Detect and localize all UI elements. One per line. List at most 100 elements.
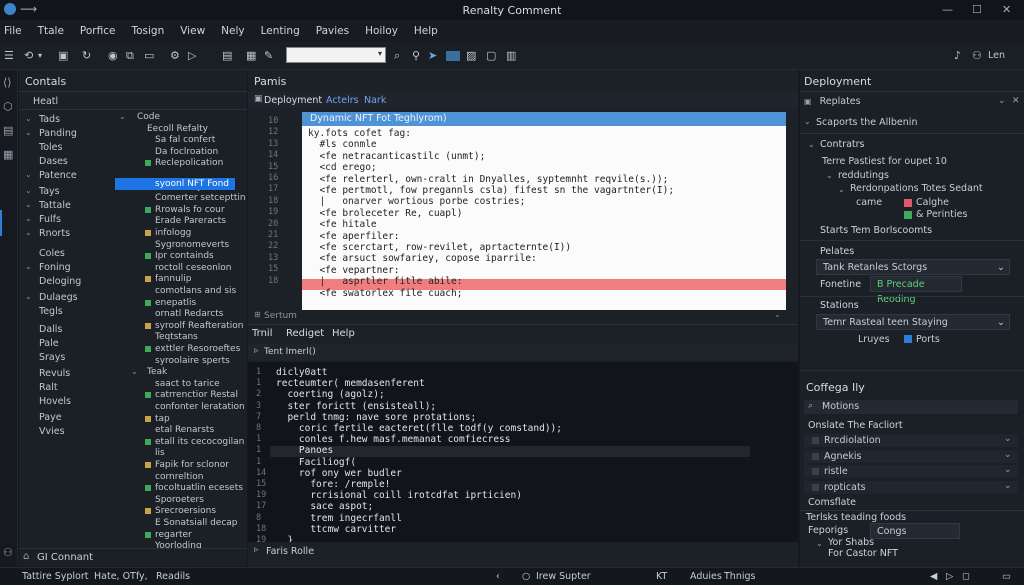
status-left3[interactable]: Readils: [156, 571, 190, 582]
user-icon[interactable]: ⚇: [972, 49, 982, 62]
code-editor[interactable]: Dynamic NFT Fot Teghlyrom) ky.fots cofet…: [302, 112, 786, 310]
tab-deployment[interactable]: Deployment: [264, 95, 322, 106]
status-mid[interactable]: Irew Supter: [536, 571, 591, 582]
tree-item[interactable]: focoltuatlin ecesets: [155, 483, 243, 493]
tree-item[interactable]: Ipr containds: [155, 251, 214, 261]
tree-item[interactable]: Hovels: [39, 396, 71, 407]
menu-nely[interactable]: Nely: [221, 20, 244, 42]
next-icon[interactable]: ▷: [946, 571, 953, 582]
menu-view[interactable]: View: [180, 20, 205, 42]
close-button[interactable]: ✕: [1002, 3, 1011, 16]
tree-item[interactable]: tap: [155, 414, 170, 424]
explorer-icon[interactable]: ⟨⟩: [3, 76, 12, 89]
tree-item[interactable]: saact to tarice: [155, 379, 220, 389]
link-icon[interactable]: ⚲: [412, 49, 420, 62]
tree-item[interactable]: Terre Pastiest for oupet 10: [822, 156, 947, 167]
tree-item[interactable]: Ralt: [39, 382, 58, 393]
congs-dropdown[interactable]: Congs: [870, 523, 960, 539]
notification-icon[interactable]: ◻: [962, 571, 970, 582]
tree-item[interactable]: Vvies: [39, 426, 65, 437]
close-icon[interactable]: ✕: [1012, 96, 1020, 106]
menu-file[interactable]: File: [4, 20, 22, 42]
checkbox-icon[interactable]: [812, 437, 819, 444]
stations-dropdown[interactable]: Temr Rasteal teen Staying ⌄: [816, 314, 1010, 330]
menu-icon[interactable]: ☰: [4, 49, 14, 62]
tree-item[interactable]: infologg: [155, 228, 191, 238]
tree-item[interactable]: & Perinties: [916, 209, 967, 220]
tree-item[interactable]: fannulip: [155, 274, 192, 284]
tab-terminal[interactable]: Trnil: [252, 328, 272, 339]
debug-icon[interactable]: ⬡: [3, 100, 13, 113]
chevron-down-icon[interactable]: ⌄: [25, 228, 32, 237]
status-kt[interactable]: KT: [656, 571, 667, 582]
menu-porfice[interactable]: Porfice: [80, 20, 116, 42]
tree-item[interactable]: Sporoeters: [155, 495, 204, 505]
section-header[interactable]: Heatl: [33, 96, 58, 107]
tree-item[interactable]: Fulfs: [39, 214, 61, 225]
tree-item[interactable]: Teqtstans: [155, 332, 198, 342]
chevron-down-icon[interactable]: ⌄: [25, 292, 32, 301]
git-connect-label[interactable]: GI Connant: [37, 552, 93, 563]
chevron-down-icon[interactable]: ⌄: [25, 214, 32, 223]
menu-help[interactable]: Help: [414, 20, 438, 42]
search-field[interactable]: ⌄ Scaports the Allbenin: [800, 116, 1024, 130]
tree-item[interactable]: Sa fal confert: [155, 135, 215, 145]
tree-item[interactable]: etall its cecocogilan: [155, 437, 244, 447]
chevron-down-icon[interactable]: ⌄: [119, 112, 126, 121]
window-icon[interactable]: ▢: [486, 49, 496, 62]
tree-item[interactable]: catrrenctior Restal: [155, 390, 238, 400]
chevron-down-icon[interactable]: ⌄: [774, 310, 781, 319]
tab-rediget[interactable]: Rediget: [286, 328, 324, 339]
tab-actelrs[interactable]: Actelrs: [326, 95, 359, 106]
menu-pavies[interactable]: Pavies: [316, 20, 349, 42]
menu-ttale[interactable]: Ttale: [38, 20, 64, 42]
tree-item[interactable]: Starts Tem Borlscoomts: [820, 225, 932, 236]
tree-item[interactable]: Rnorts: [39, 228, 70, 239]
bell-icon[interactable]: ♪: [954, 49, 961, 62]
toolbar-search-input[interactable]: ▾: [286, 47, 386, 63]
tree-item[interactable]: Tegls: [39, 306, 63, 317]
search-icon[interactable]: ⌕: [394, 49, 400, 63]
status-left[interactable]: Tattire Syplort: [22, 571, 88, 582]
folder-icon[interactable]: ▭: [144, 49, 154, 62]
maximize-button[interactable]: ☐: [972, 3, 982, 16]
tree-item[interactable]: Sygronomeverts: [155, 240, 229, 250]
checkbox-icon[interactable]: [812, 452, 819, 460]
tree-item[interactable]: E Sonatsiall decap: [155, 518, 238, 528]
status-thnigs[interactable]: Thnigs: [724, 571, 755, 582]
chevron-down-icon[interactable]: ▾: [378, 49, 382, 58]
list-item[interactable]: Yor Shabs: [828, 537, 874, 548]
undo-icon[interactable]: ⟲: [24, 49, 33, 62]
tree-item[interactable]: lis: [155, 448, 165, 458]
tree-item[interactable]: Foning: [39, 262, 71, 273]
tree-item[interactable]: Revuls: [39, 368, 70, 379]
tree-item[interactable]: syroolaire sperts: [155, 356, 230, 366]
chevron-down-icon[interactable]: ⌄: [131, 367, 138, 376]
chevron-down-icon[interactable]: ⌄: [25, 170, 32, 179]
tree-item[interactable]: Reclepolication: [155, 158, 223, 168]
tree-item[interactable]: Srecroersions: [155, 506, 216, 516]
motions-row[interactable]: ⌕ Motions: [804, 400, 1018, 414]
save-icon[interactable]: ▣: [58, 49, 68, 62]
tree-item[interactable]: reddutings: [838, 170, 889, 181]
chevron-down-icon[interactable]: ⌄: [25, 114, 32, 123]
tree-item[interactable]: Erade Pareracts: [155, 216, 226, 226]
list-item[interactable]: ropticats ⌄: [804, 480, 1018, 494]
tree-item[interactable]: Srays: [39, 352, 65, 363]
image-icon[interactable]: ▨: [466, 49, 476, 62]
chevron-down-icon[interactable]: ⌄: [25, 186, 32, 195]
circle-icon[interactable]: ○: [522, 571, 530, 582]
fontline-select[interactable]: B Precade Reoding: [870, 276, 962, 305]
tree-item[interactable]: Tads: [39, 114, 60, 125]
badge-icon[interactable]: [446, 51, 460, 61]
chevron-down-icon[interactable]: ⌄: [1004, 450, 1012, 460]
menu-hoiloy[interactable]: Hoiloy: [365, 20, 398, 42]
tree-item[interactable]: comotlans and sis: [155, 286, 236, 296]
tree-item[interactable]: enepatlis: [155, 298, 196, 308]
tab-help[interactable]: Help: [332, 328, 355, 339]
tree-item[interactable]: ornatl Redarcts: [155, 309, 223, 319]
tree-item[interactable]: Coles: [39, 248, 65, 259]
chevron-down-icon[interactable]: ⌄: [1004, 465, 1012, 475]
menu-tosign[interactable]: Tosign: [131, 20, 164, 42]
tree-item[interactable]: regarter: [155, 530, 192, 540]
